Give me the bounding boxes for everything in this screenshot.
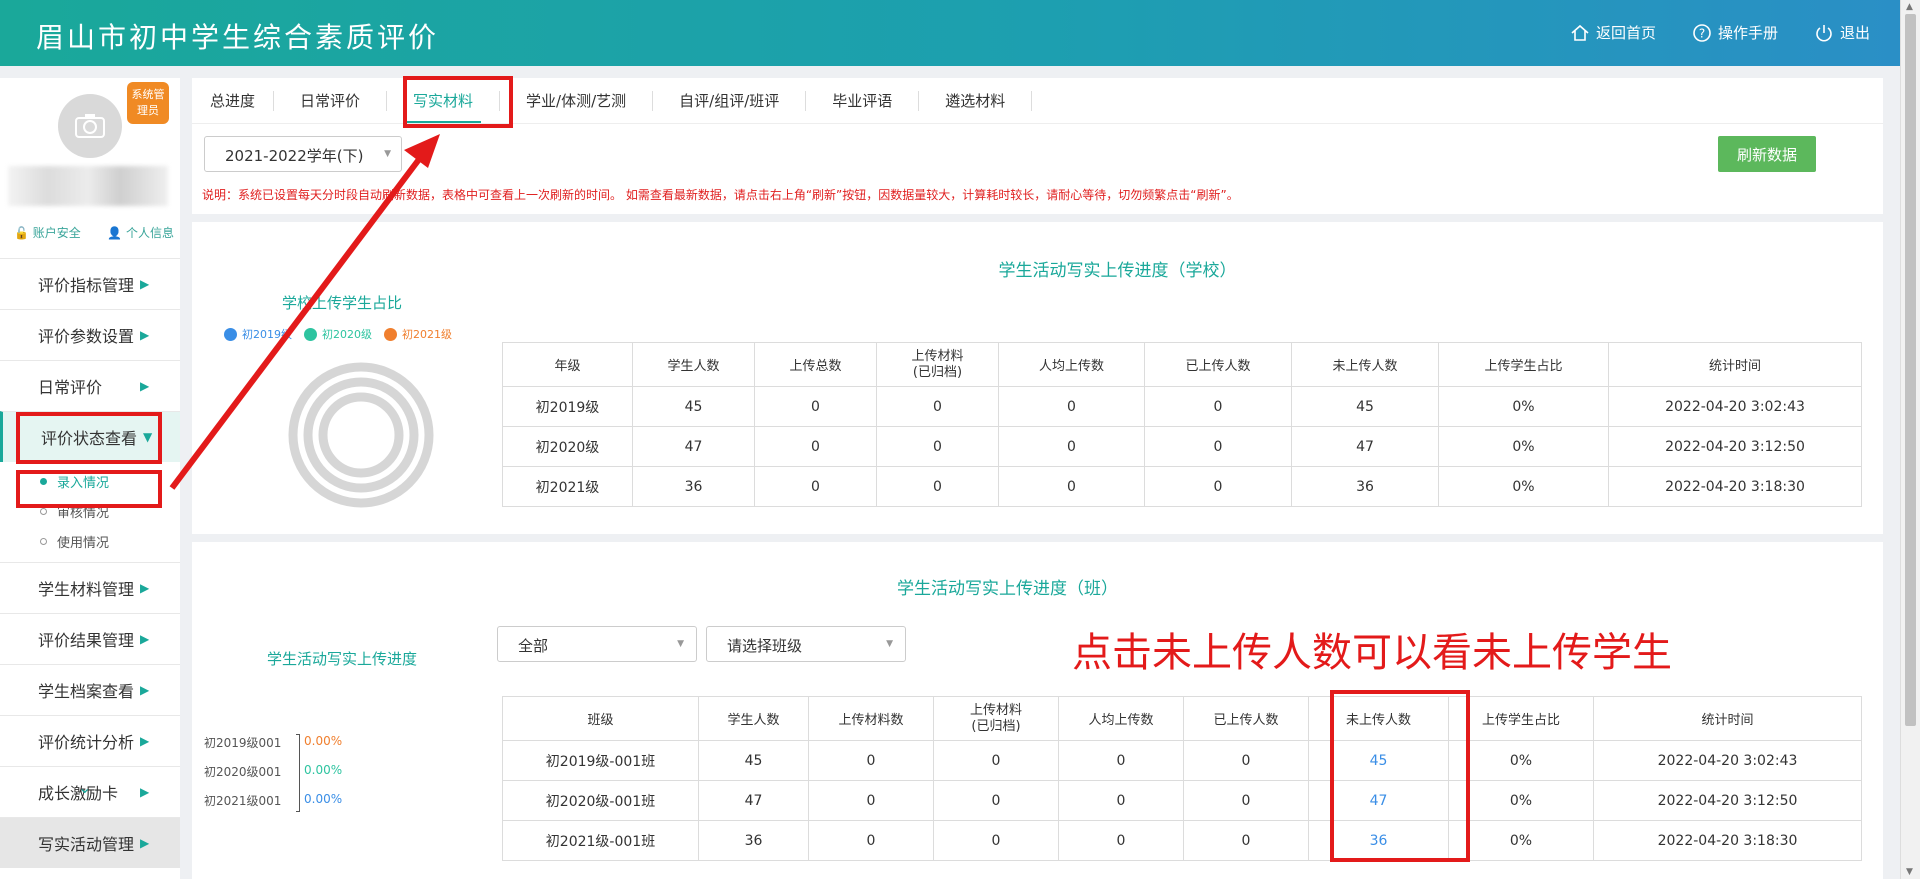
arrow-head: [404, 134, 440, 168]
annotation-arrow: [169, 134, 440, 490]
arrow-line: [169, 156, 423, 490]
